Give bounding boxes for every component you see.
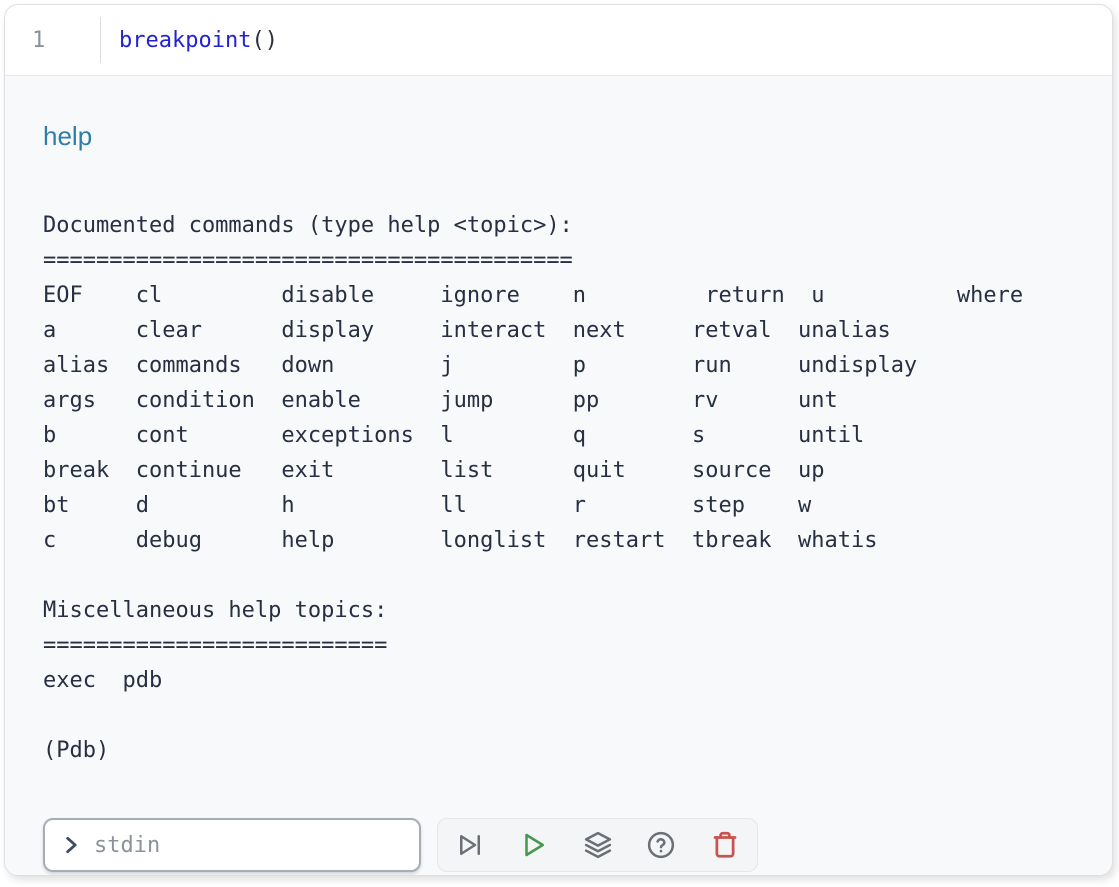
- help-button[interactable]: [643, 827, 679, 863]
- stdin-input[interactable]: [94, 833, 419, 858]
- help-circle-icon: [646, 830, 676, 860]
- layers-icon: [583, 830, 613, 860]
- play-icon: [519, 830, 549, 860]
- code-token-function: breakpoint: [119, 28, 251, 53]
- debugger-toolbar: [437, 818, 758, 872]
- code-token-parens: (): [251, 28, 278, 53]
- pdb-help-output: Documented commands (type help <topic>):…: [43, 208, 1092, 768]
- code-runner-panel: 1 breakpoint() help Documented commands …: [4, 4, 1113, 876]
- trash-icon: [710, 830, 740, 860]
- chevron-right-icon: [61, 835, 81, 855]
- entered-command-label: help: [43, 120, 1092, 152]
- step-button[interactable]: [452, 827, 488, 863]
- stdin-input-box[interactable]: [43, 818, 421, 872]
- console-output-area: help Documented commands (type help <top…: [5, 76, 1112, 875]
- code-line[interactable]: breakpoint(): [119, 5, 278, 75]
- io-controls-row: [43, 818, 1092, 872]
- line-number: 1: [32, 28, 45, 53]
- delete-button[interactable]: [707, 827, 743, 863]
- line-number-gutter: 1: [5, 5, 101, 75]
- run-button[interactable]: [516, 827, 552, 863]
- step-forward-icon: [455, 830, 485, 860]
- code-editor[interactable]: 1 breakpoint(): [5, 5, 1112, 75]
- stack-button[interactable]: [580, 827, 616, 863]
